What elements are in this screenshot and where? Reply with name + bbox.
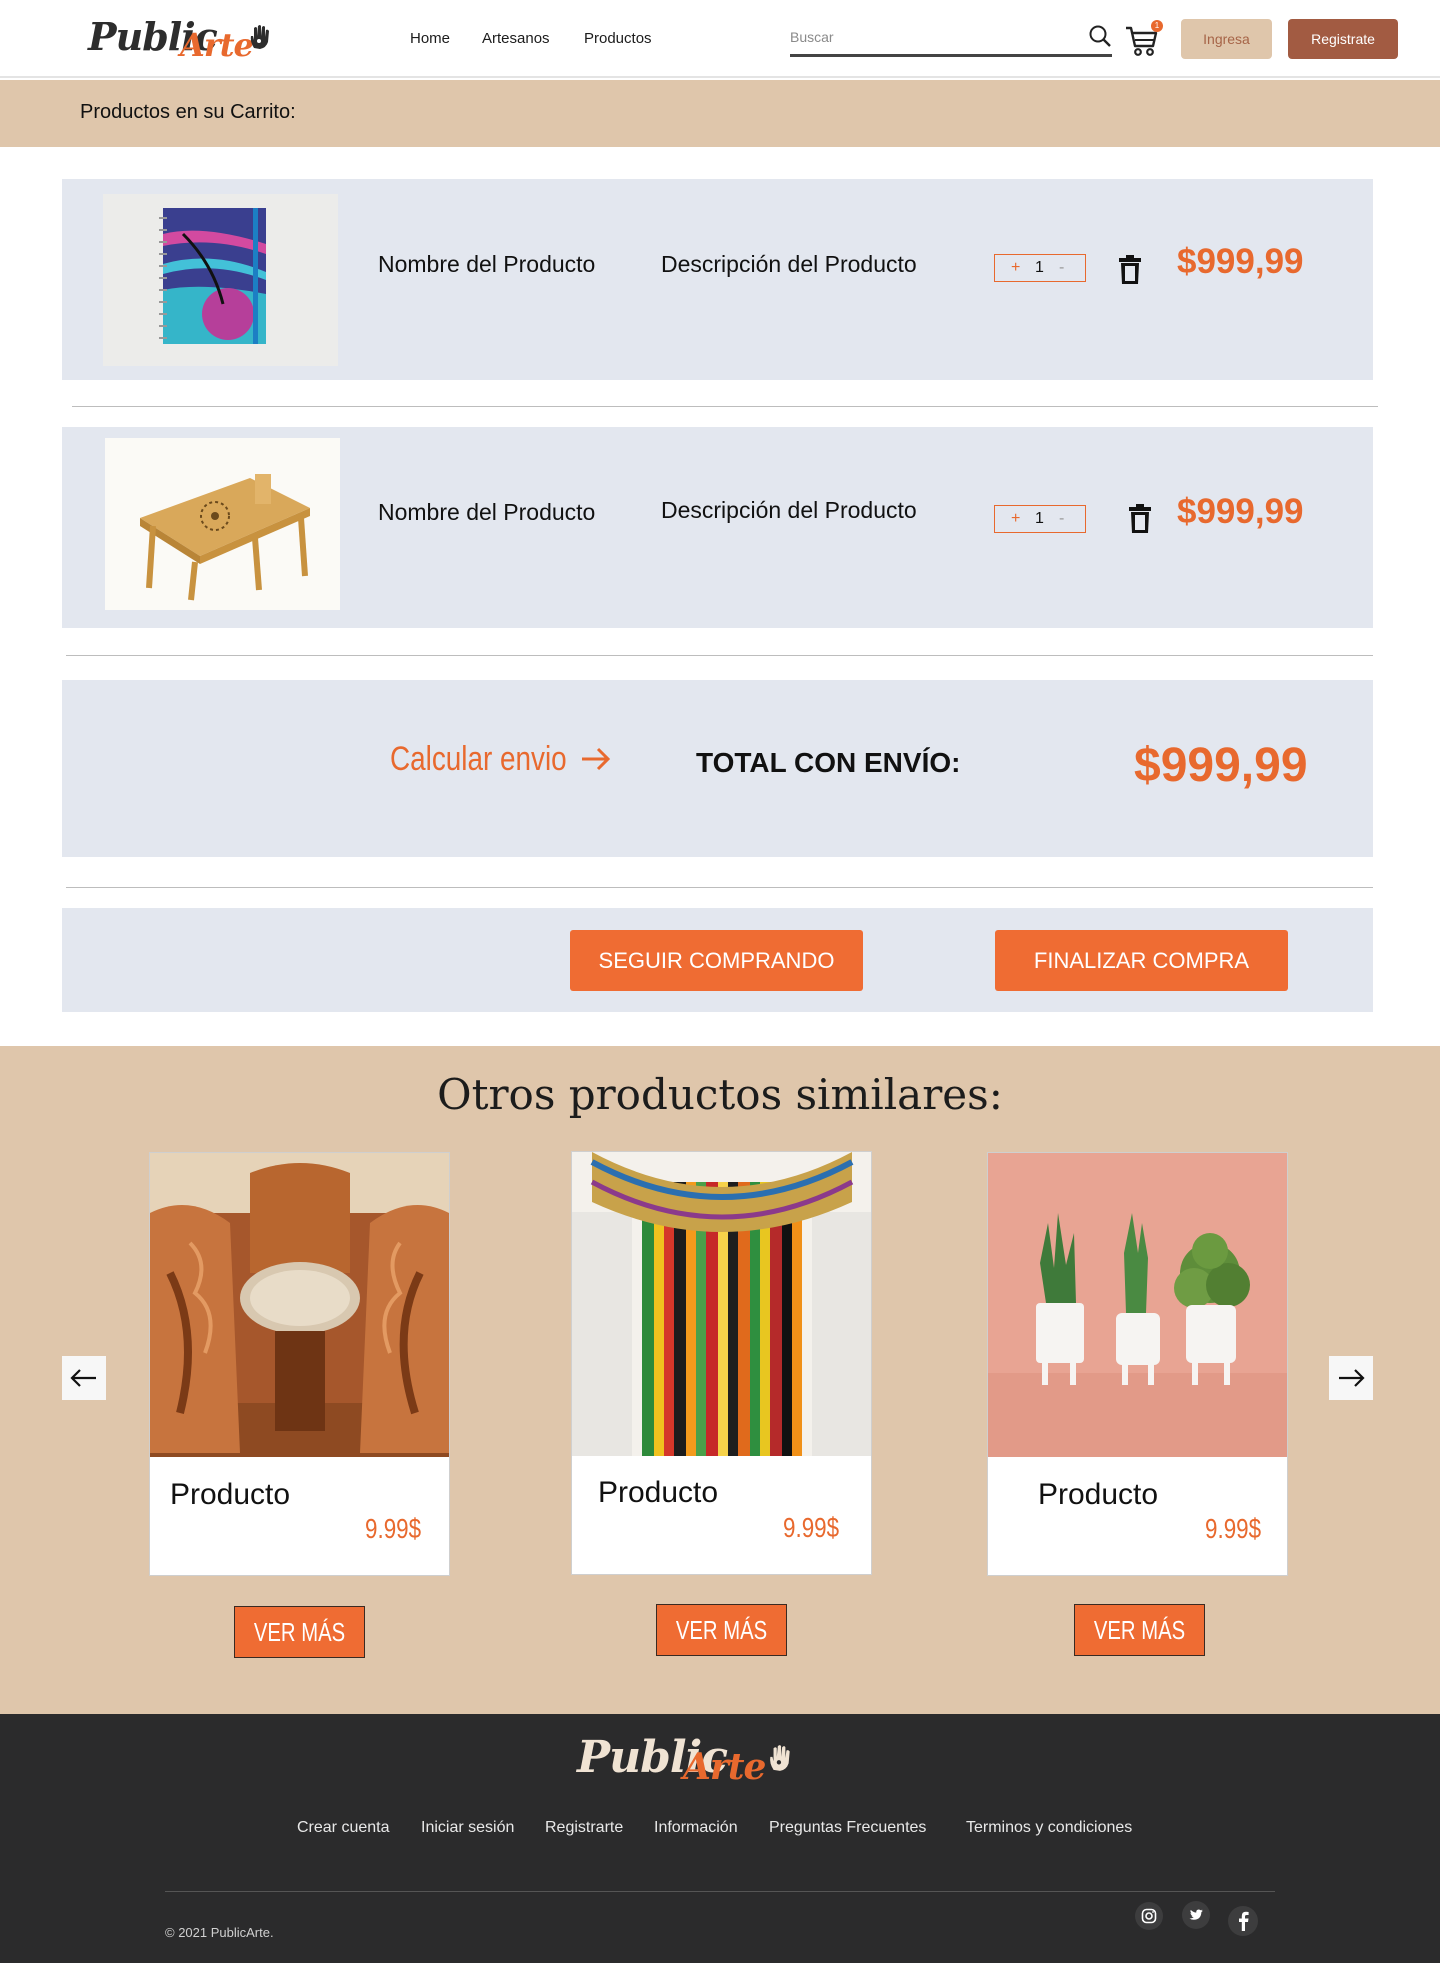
quantity-stepper: + 1 - (994, 505, 1086, 533)
footer-link-register[interactable]: Registrarte (545, 1819, 623, 1837)
product-name: Nombre del Producto (378, 251, 596, 277)
cart-item: Nombre del Producto Descripción del Prod… (62, 179, 1373, 380)
hand-icon (250, 25, 269, 49)
cart-title: Productos en su Carrito: (80, 101, 296, 123)
footer-link-login[interactable]: Iniciar sesión (421, 1819, 514, 1837)
calculate-shipping-link[interactable]: Calcular envio (390, 740, 567, 779)
trash-icon[interactable] (1118, 255, 1142, 285)
total-panel: Calcular envio TOTAL CON ENVÍO: $999,99 (62, 680, 1373, 857)
product-price: $999,99 (1177, 242, 1304, 281)
product-name: Nombre del Producto (378, 499, 596, 525)
product-card-name: Producto (1038, 1478, 1159, 1511)
arrow-right-icon[interactable] (580, 745, 612, 773)
instagram-link[interactable] (1135, 1902, 1163, 1930)
login-button[interactable]: Ingresa (1181, 19, 1272, 59)
site-header: Public Arte Home Artesanos Productos 1 I… (0, 0, 1440, 78)
product-image-carved-furniture[interactable] (150, 1153, 449, 1457)
product-price: $999,99 (1177, 492, 1304, 531)
cart-item: Nombre del Producto Descripción del Prod… (62, 427, 1373, 628)
product-card-name: Producto (598, 1476, 719, 1509)
facebook-link[interactable] (1228, 1906, 1258, 1936)
register-button[interactable]: Registrate (1288, 19, 1398, 59)
continue-shopping-button[interactable]: SEGUIR COMPRANDO (570, 930, 863, 991)
total-price: $999,99 (1134, 739, 1308, 792)
product-description: Descripción del Producto (661, 497, 917, 523)
divider (66, 655, 1373, 656)
view-more-label: VER MÁS (675, 1614, 768, 1645)
site-footer: Public Arte Crear cuenta Iniciar sesión … (0, 1714, 1440, 1963)
cart-title-bar: Productos en su Carrito: (0, 80, 1440, 147)
twitter-link[interactable] (1182, 1901, 1210, 1929)
footer-logo[interactable]: Public Arte (577, 1732, 827, 1792)
search-icon[interactable] (1088, 24, 1112, 48)
footer-divider (165, 1891, 1275, 1892)
nav-artesanos[interactable]: Artesanos (482, 30, 550, 47)
facebook-icon (1239, 1911, 1249, 1931)
quantity-value: 1 (1035, 259, 1044, 276)
product-card-price: 9.99$ (364, 1513, 421, 1544)
arrow-left-icon (70, 1369, 96, 1387)
quantity-increase-button[interactable]: + (1011, 510, 1020, 528)
product-image-cactus-planters[interactable] (988, 1153, 1287, 1457)
total-label: TOTAL CON ENVÍO: (696, 747, 961, 778)
product-description: Descripción del Producto (661, 251, 917, 277)
quantity-decrease-button[interactable]: - (1059, 259, 1064, 277)
publicarte-logo[interactable]: Public Arte (88, 12, 278, 64)
cart-count-badge: 1 (1151, 20, 1163, 32)
checkout-actions: SEGUIR COMPRANDO FINALIZAR COMPRA (62, 908, 1373, 1012)
instagram-icon (1141, 1908, 1157, 1924)
footer-link-faq[interactable]: Preguntas Frecuentes (769, 1819, 926, 1837)
nav-productos[interactable]: Productos (584, 30, 652, 47)
product-image-notebook[interactable] (103, 194, 338, 366)
divider (72, 406, 1378, 407)
logo-word-arte: Arte (180, 26, 254, 64)
product-card[interactable]: Producto 9.99$ (987, 1152, 1288, 1576)
view-more-label: VER MÁS (1093, 1614, 1186, 1645)
quantity-decrease-button[interactable]: - (1059, 510, 1064, 528)
view-more-button[interactable]: VER MÁS (1074, 1604, 1205, 1656)
arrow-right-icon (1339, 1369, 1365, 1387)
copyright: © 2021 PublicArte. (165, 1925, 274, 1940)
carousel-prev-button[interactable] (62, 1356, 106, 1400)
trash-icon[interactable] (1128, 504, 1152, 534)
carousel-next-button[interactable] (1329, 1356, 1373, 1400)
footer-link-terms[interactable]: Terminos y condiciones (966, 1819, 1132, 1837)
product-card[interactable]: Producto 9.99$ (571, 1151, 872, 1575)
product-image-bamboo-table[interactable] (105, 438, 340, 610)
product-card-price: 9.99$ (782, 1512, 839, 1543)
product-card-price: 9.99$ (1204, 1513, 1261, 1544)
view-more-button[interactable]: VER MÁS (656, 1604, 787, 1656)
product-card-name: Producto (170, 1478, 291, 1511)
product-image-striped-textile[interactable] (572, 1152, 871, 1456)
finish-purchase-button[interactable]: FINALIZAR COMPRA (995, 930, 1288, 991)
view-more-button[interactable]: VER MÁS (234, 1606, 365, 1658)
footer-link-create-account[interactable]: Crear cuenta (297, 1819, 390, 1837)
quantity-stepper: + 1 - (994, 254, 1086, 282)
nav-home[interactable]: Home (410, 30, 450, 47)
search-input[interactable] (790, 22, 1070, 52)
hand-icon (770, 1745, 790, 1771)
view-more-label: VER MÁS (253, 1616, 346, 1647)
footer-link-information[interactable]: Información (654, 1819, 738, 1837)
cart-button[interactable]: 1 (1125, 20, 1163, 58)
quantity-value: 1 (1035, 510, 1044, 527)
search-bar (790, 22, 1112, 57)
similar-products-section: Otros productos similares: Producto 9.99… (0, 1046, 1440, 1714)
divider (66, 887, 1373, 888)
logo-word-arte: Arte (683, 1746, 766, 1788)
twitter-icon (1189, 1909, 1203, 1920)
quantity-increase-button[interactable]: + (1011, 259, 1020, 277)
similar-products-title: Otros productos similares: (437, 1070, 1003, 1119)
product-card[interactable]: Producto 9.99$ (149, 1152, 450, 1576)
